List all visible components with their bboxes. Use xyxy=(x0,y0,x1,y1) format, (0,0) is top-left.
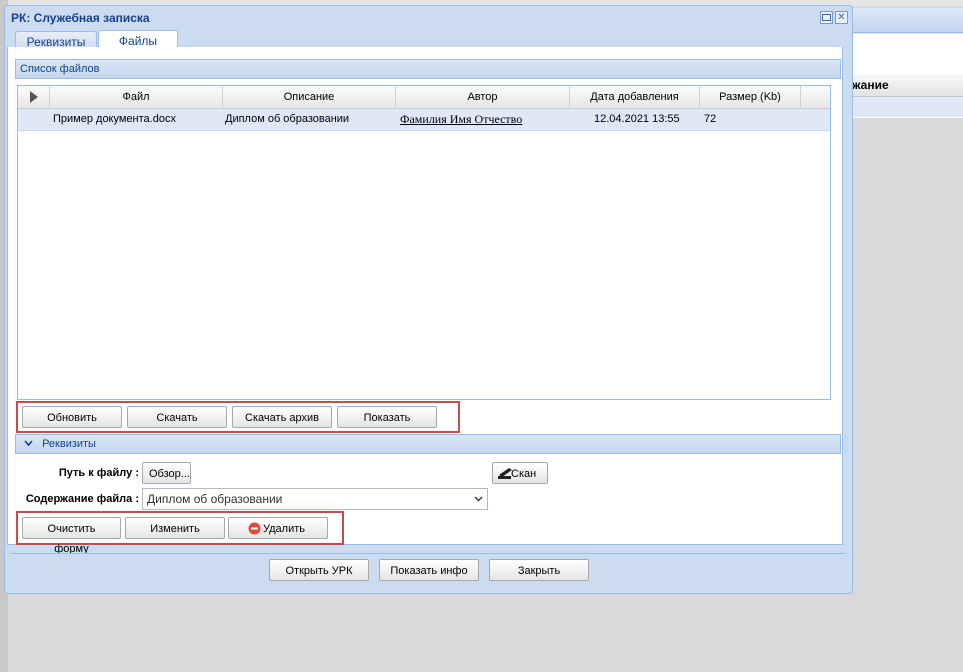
grid-header: Файл Описание Автор Дата добавления Разм… xyxy=(18,86,830,109)
delete-button-label: Удалить xyxy=(263,523,305,535)
files-grid: Файл Описание Автор Дата добавления Разм… xyxy=(17,85,831,400)
clear-form-button[interactable]: Очистить форму xyxy=(22,517,121,555)
column-header-file[interactable]: Файл xyxy=(50,86,223,108)
cell-description: Диплом об образовании xyxy=(225,113,350,125)
background-selected-row xyxy=(846,97,963,117)
window-title: РК: Служебная записка xyxy=(11,11,150,25)
path-label: Путь к файлу : xyxy=(58,467,139,479)
cell-size: 72 xyxy=(704,113,717,125)
window-tools: ✕ xyxy=(820,11,848,24)
background-panel: жание xyxy=(846,8,963,672)
refresh-list-button[interactable]: Обновить список xyxy=(22,406,122,444)
files-panel-header: Список файлов xyxy=(15,59,841,79)
table-row[interactable]: Пример документа.docx Диплом об образова… xyxy=(18,109,830,131)
cell-date: 12.04.2021 13:55 xyxy=(594,113,680,125)
delete-button[interactable]: Удалить xyxy=(228,517,328,539)
column-header-date[interactable]: Дата добавления xyxy=(570,86,700,108)
chevron-down-icon xyxy=(24,440,33,447)
background-column-header-label: жание xyxy=(852,78,889,92)
edit-button[interactable]: Изменить xyxy=(125,517,225,539)
background-toolbar xyxy=(846,10,963,33)
show-info-button[interactable]: Показать инфо xyxy=(379,559,479,581)
content-select[interactable]: Диплом об образовании xyxy=(142,488,488,510)
browse-button[interactable]: Обзор... xyxy=(142,462,191,484)
column-header-size[interactable]: Размер (Kb) xyxy=(700,86,801,108)
close-button[interactable]: Закрыть xyxy=(489,559,589,581)
cell-author-link[interactable]: Фамилия Имя Отчество xyxy=(400,109,568,130)
content-select-value: Диплом об образовании xyxy=(147,492,283,506)
scan-button[interactable]: Скан xyxy=(492,462,548,484)
files-panel-title: Список файлов xyxy=(20,63,100,75)
triangle-right-icon xyxy=(29,91,38,103)
chevron-down-icon[interactable] xyxy=(474,489,483,509)
show-button[interactable]: Показать xyxy=(337,406,437,428)
close-icon[interactable]: ✕ xyxy=(835,11,848,24)
column-header-description[interactable]: Описание xyxy=(223,86,396,108)
grid-expander-header[interactable] xyxy=(18,86,50,108)
scan-button-label: Скан xyxy=(511,468,537,480)
background-empty-area xyxy=(846,118,963,672)
open-urk-button[interactable]: Открыть УРК xyxy=(269,559,369,581)
cell-file: Пример документа.docx xyxy=(53,113,176,125)
no-entry-icon xyxy=(248,522,261,535)
column-header-author[interactable]: Автор xyxy=(396,86,570,108)
maximize-icon[interactable] xyxy=(820,11,833,24)
download-button[interactable]: Скачать xyxy=(127,406,227,428)
content-label: Содержание файла : xyxy=(25,493,139,505)
scanner-icon xyxy=(498,468,512,479)
background-column-header: жание xyxy=(846,74,963,97)
details-panel-title: Реквизиты xyxy=(42,438,96,450)
details-panel-header[interactable]: Реквизиты xyxy=(15,434,841,454)
download-archive-button[interactable]: Скачать архив xyxy=(232,406,332,428)
